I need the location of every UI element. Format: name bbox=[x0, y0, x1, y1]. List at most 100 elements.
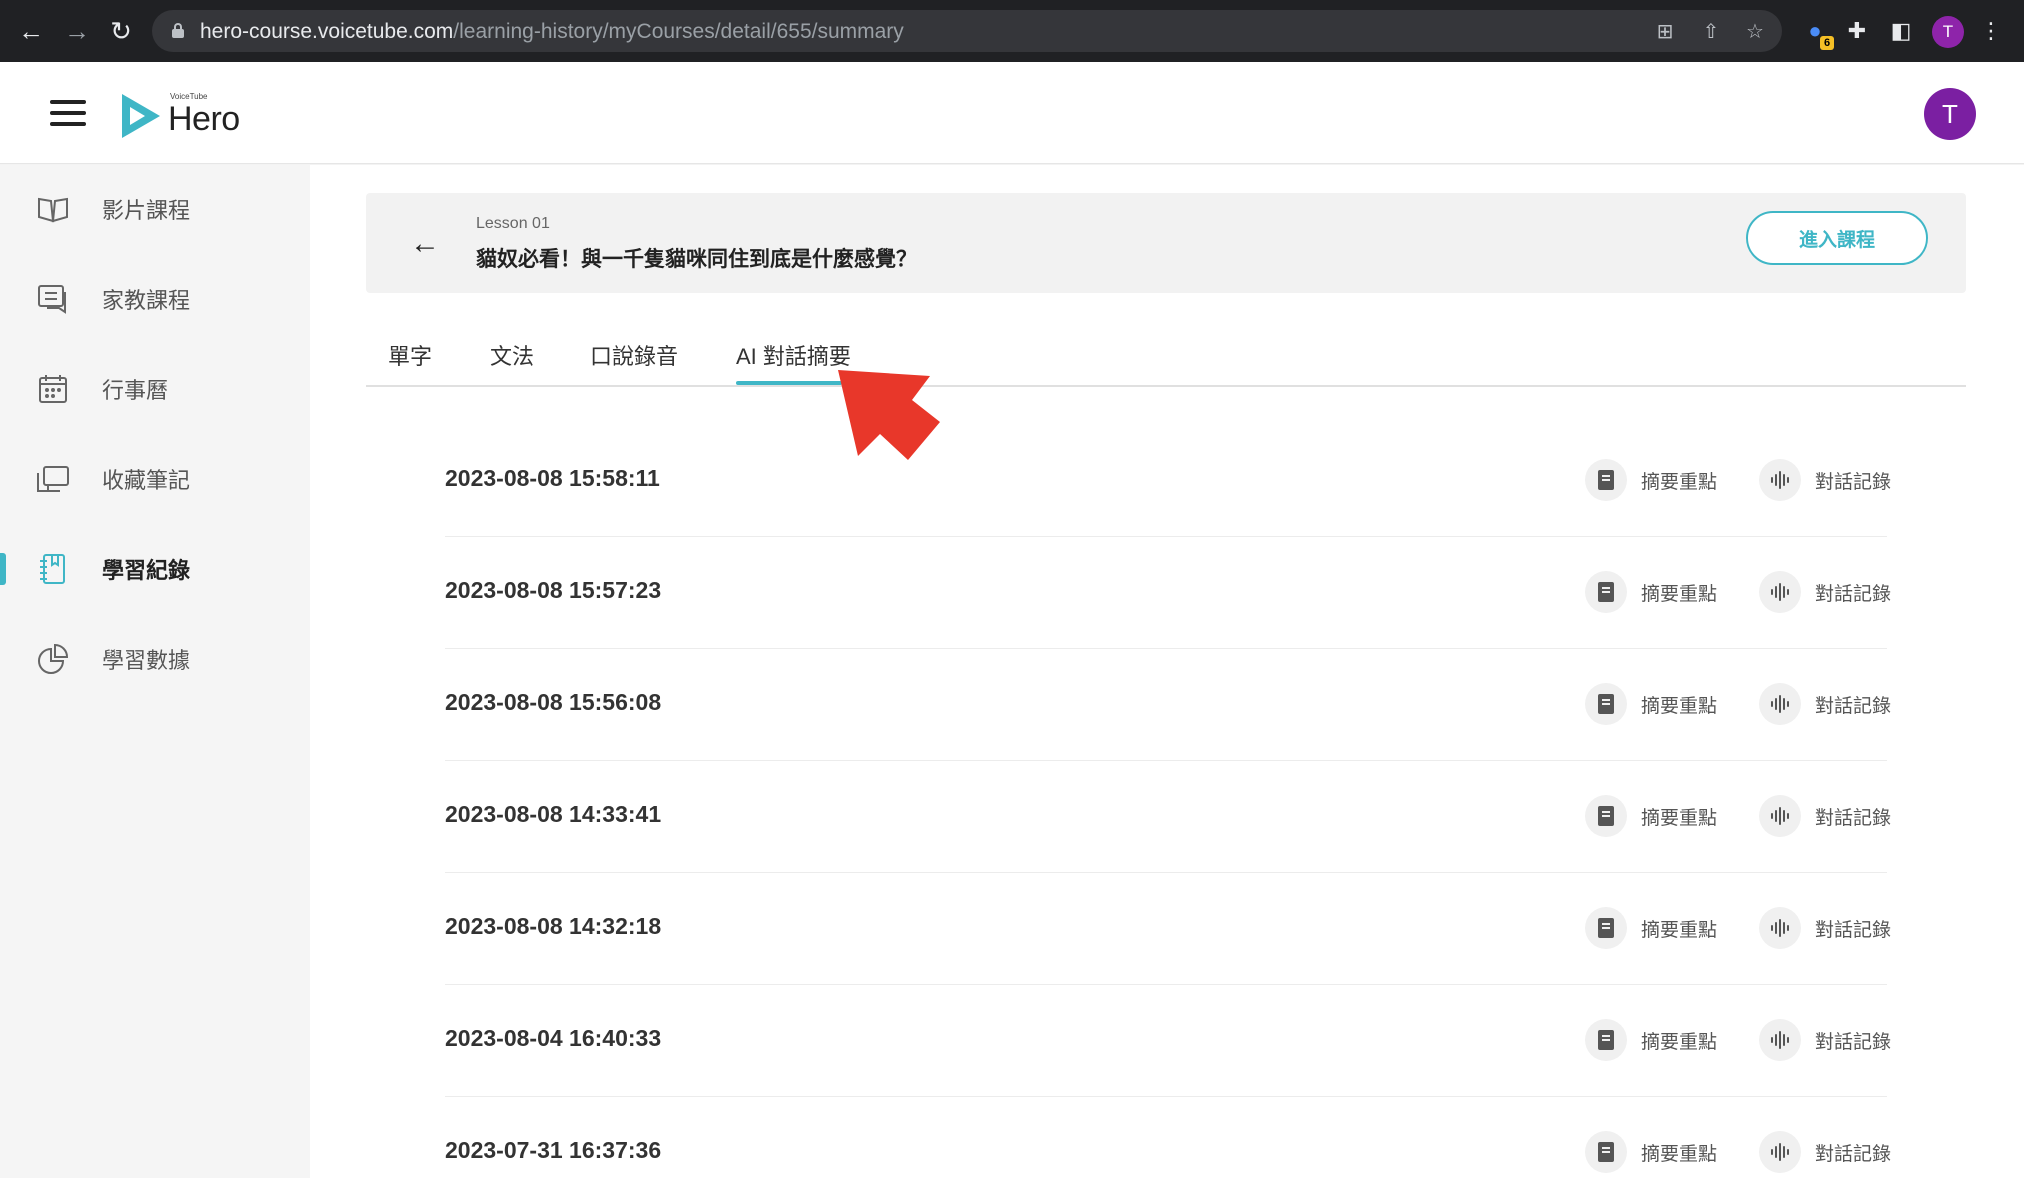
record-row: 2023-07-31 16:37:36 摘要重點 對話記錄 bbox=[445, 1097, 1891, 1178]
app-header: VoiceTube Hero T bbox=[0, 62, 2024, 164]
record-datetime: 2023-08-08 15:57:23 bbox=[445, 577, 662, 603]
bookmark-star-icon[interactable]: ☆ bbox=[1742, 18, 1768, 44]
enter-course-button[interactable]: 進入課程 bbox=[1746, 211, 1928, 265]
tab-vocabulary[interactable]: 單字 bbox=[388, 339, 432, 371]
tab-grammar[interactable]: 文法 bbox=[490, 339, 534, 371]
record-row: 2023-08-08 15:57:23 摘要重點 對話記錄 bbox=[445, 537, 1891, 649]
browser-profile-avatar[interactable]: T bbox=[1932, 16, 1964, 48]
soundwave-icon bbox=[1759, 683, 1801, 725]
summary-doc-icon bbox=[1585, 795, 1627, 837]
hero-logo[interactable]: VoiceTube Hero bbox=[122, 90, 252, 140]
hamburger-menu-icon[interactable] bbox=[50, 100, 86, 126]
summary-button[interactable]: 摘要重點 bbox=[1585, 907, 1717, 949]
extension-badge: 6 bbox=[1820, 36, 1834, 50]
sidebar-item-learning-history[interactable]: 學習紀錄 bbox=[0, 539, 310, 599]
lesson-title: 貓奴必看！與一千隻貓咪同住到底是什麼感覺？ bbox=[476, 248, 917, 271]
transcript-button[interactable]: 對話記錄 bbox=[1759, 571, 1891, 613]
record-datetime: 2023-07-31 16:37:36 bbox=[445, 1137, 662, 1163]
record-datetime: 2023-08-08 15:56:08 bbox=[445, 689, 662, 715]
main-content: ← Lesson 01 貓奴必看！與一千隻貓咪同住到底是什麼感覺？ 進入課程 單… bbox=[310, 165, 2024, 1178]
summary-label: 摘要重點 bbox=[1641, 807, 1718, 829]
summary-label: 摘要重點 bbox=[1641, 583, 1718, 605]
soundwave-icon bbox=[1759, 907, 1801, 949]
browser-toolbar: ← → ↻ hero-course.voicetube.com/learning… bbox=[0, 0, 2024, 62]
lesson-header: ← Lesson 01 貓奴必看！與一千隻貓咪同住到底是什麼感覺？ 進入課程 bbox=[366, 193, 1966, 293]
pie-chart-icon bbox=[36, 642, 70, 676]
back-icon[interactable]: ← bbox=[14, 14, 48, 48]
extensions-puzzle-icon[interactable]: ✚ bbox=[1842, 16, 1872, 46]
record-row: 2023-08-04 16:40:33 摘要重點 對話記錄 bbox=[445, 985, 1891, 1097]
summary-doc-icon bbox=[1585, 459, 1627, 501]
url-path: /learning-history/myCourses/detail/655/s… bbox=[453, 20, 904, 43]
back-arrow-icon[interactable]: ← bbox=[410, 227, 440, 261]
sidebar-item-saved-notes[interactable]: 收藏筆記 bbox=[0, 449, 310, 509]
transcript-label: 對話記錄 bbox=[1815, 919, 1892, 941]
browser-menu-icon[interactable]: ⋮ bbox=[1976, 16, 2006, 46]
sidebar-item-tutor-courses[interactable]: 家教課程 bbox=[0, 269, 310, 329]
transcript-label: 對話記錄 bbox=[1815, 807, 1892, 829]
book-open-icon bbox=[36, 192, 70, 226]
record-datetime: 2023-08-04 16:40:33 bbox=[445, 1025, 662, 1051]
record-datetime: 2023-08-08 14:33:41 bbox=[445, 801, 662, 827]
notebook-icon bbox=[36, 552, 70, 586]
summary-doc-icon bbox=[1585, 1131, 1627, 1173]
summary-doc-icon bbox=[1585, 571, 1627, 613]
transcript-button[interactable]: 對話記錄 bbox=[1759, 907, 1891, 949]
record-row: 2023-08-08 14:32:18 摘要重點 對話記錄 bbox=[445, 873, 1891, 985]
record-datetime: 2023-08-08 15:58:11 bbox=[445, 465, 660, 491]
transcript-label: 對話記錄 bbox=[1815, 1143, 1892, 1165]
sidebar-item-learning-stats[interactable]: 學習數據 bbox=[0, 629, 310, 689]
side-panel-icon[interactable]: ◧ bbox=[1886, 16, 1916, 46]
transcript-label: 對話記錄 bbox=[1815, 583, 1892, 605]
lesson-number: Lesson 01 bbox=[476, 215, 550, 232]
share-icon[interactable]: ⇧ bbox=[1698, 18, 1724, 44]
soundwave-icon bbox=[1759, 1019, 1801, 1061]
soundwave-icon bbox=[1759, 1131, 1801, 1173]
record-row: 2023-08-08 15:58:11 摘要重點 對話記錄 bbox=[445, 425, 1891, 537]
transcript-button[interactable]: 對話記錄 bbox=[1759, 683, 1891, 725]
summary-label: 摘要重點 bbox=[1641, 695, 1718, 717]
url-host: hero-course.voicetube.com bbox=[200, 20, 454, 43]
address-bar[interactable]: hero-course.voicetube.com/learning-histo… bbox=[152, 10, 1782, 52]
tab-speaking-recordings[interactable]: 口說錄音 bbox=[590, 339, 678, 371]
summary-doc-icon bbox=[1585, 907, 1627, 949]
sidebar: 影片課程 家教課程 行事曆 收藏筆記 學習紀錄 學習數據 bbox=[0, 165, 310, 1178]
soundwave-icon bbox=[1759, 571, 1801, 613]
annotation-arrow-icon bbox=[838, 370, 940, 460]
transcript-button[interactable]: 對話記錄 bbox=[1759, 459, 1891, 501]
transcript-button[interactable]: 對話記錄 bbox=[1759, 1019, 1891, 1061]
summary-button[interactable]: 摘要重點 bbox=[1585, 683, 1717, 725]
summary-button[interactable]: 摘要重點 bbox=[1585, 795, 1717, 837]
record-datetime: 2023-08-08 14:32:18 bbox=[445, 913, 662, 939]
transcript-button[interactable]: 對話記錄 bbox=[1759, 1131, 1891, 1173]
soundwave-icon bbox=[1759, 795, 1801, 837]
summary-button[interactable]: 摘要重點 bbox=[1585, 571, 1717, 613]
sidebar-item-label: 行事曆 bbox=[102, 378, 169, 403]
sidebar-item-label: 學習數據 bbox=[102, 648, 191, 673]
sidebar-item-label: 收藏筆記 bbox=[102, 468, 191, 493]
summary-button[interactable]: 摘要重點 bbox=[1585, 459, 1717, 501]
forward-icon[interactable]: → bbox=[60, 14, 94, 48]
soundwave-icon bbox=[1759, 459, 1801, 501]
summary-label: 摘要重點 bbox=[1641, 919, 1718, 941]
summary-doc-icon bbox=[1585, 1019, 1627, 1061]
sidebar-item-video-courses[interactable]: 影片課程 bbox=[0, 179, 310, 239]
reload-icon[interactable]: ↻ bbox=[104, 14, 138, 48]
summary-label: 摘要重點 bbox=[1641, 1143, 1718, 1165]
sidebar-item-label: 影片課程 bbox=[102, 198, 191, 223]
summary-doc-icon bbox=[1585, 683, 1627, 725]
summary-button[interactable]: 摘要重點 bbox=[1585, 1019, 1717, 1061]
translate-icon[interactable]: ⊞ bbox=[1652, 18, 1678, 44]
transcript-button[interactable]: 對話記錄 bbox=[1759, 795, 1891, 837]
transcript-label: 對話記錄 bbox=[1815, 1031, 1892, 1053]
extension-globe-icon[interactable]: ● 6 bbox=[1800, 16, 1834, 50]
url-text[interactable]: hero-course.voicetube.com/learning-histo… bbox=[200, 20, 904, 44]
active-indicator bbox=[0, 553, 6, 585]
summary-label: 摘要重點 bbox=[1641, 471, 1718, 493]
summary-button[interactable]: 摘要重點 bbox=[1585, 1131, 1717, 1173]
record-row: 2023-08-08 15:56:08 摘要重點 對話記錄 bbox=[445, 649, 1891, 761]
user-avatar[interactable]: T bbox=[1924, 88, 1976, 140]
sidebar-item-calendar[interactable]: 行事曆 bbox=[0, 359, 310, 419]
summary-label: 摘要重點 bbox=[1641, 1031, 1718, 1053]
transcript-label: 對話記錄 bbox=[1815, 695, 1892, 717]
